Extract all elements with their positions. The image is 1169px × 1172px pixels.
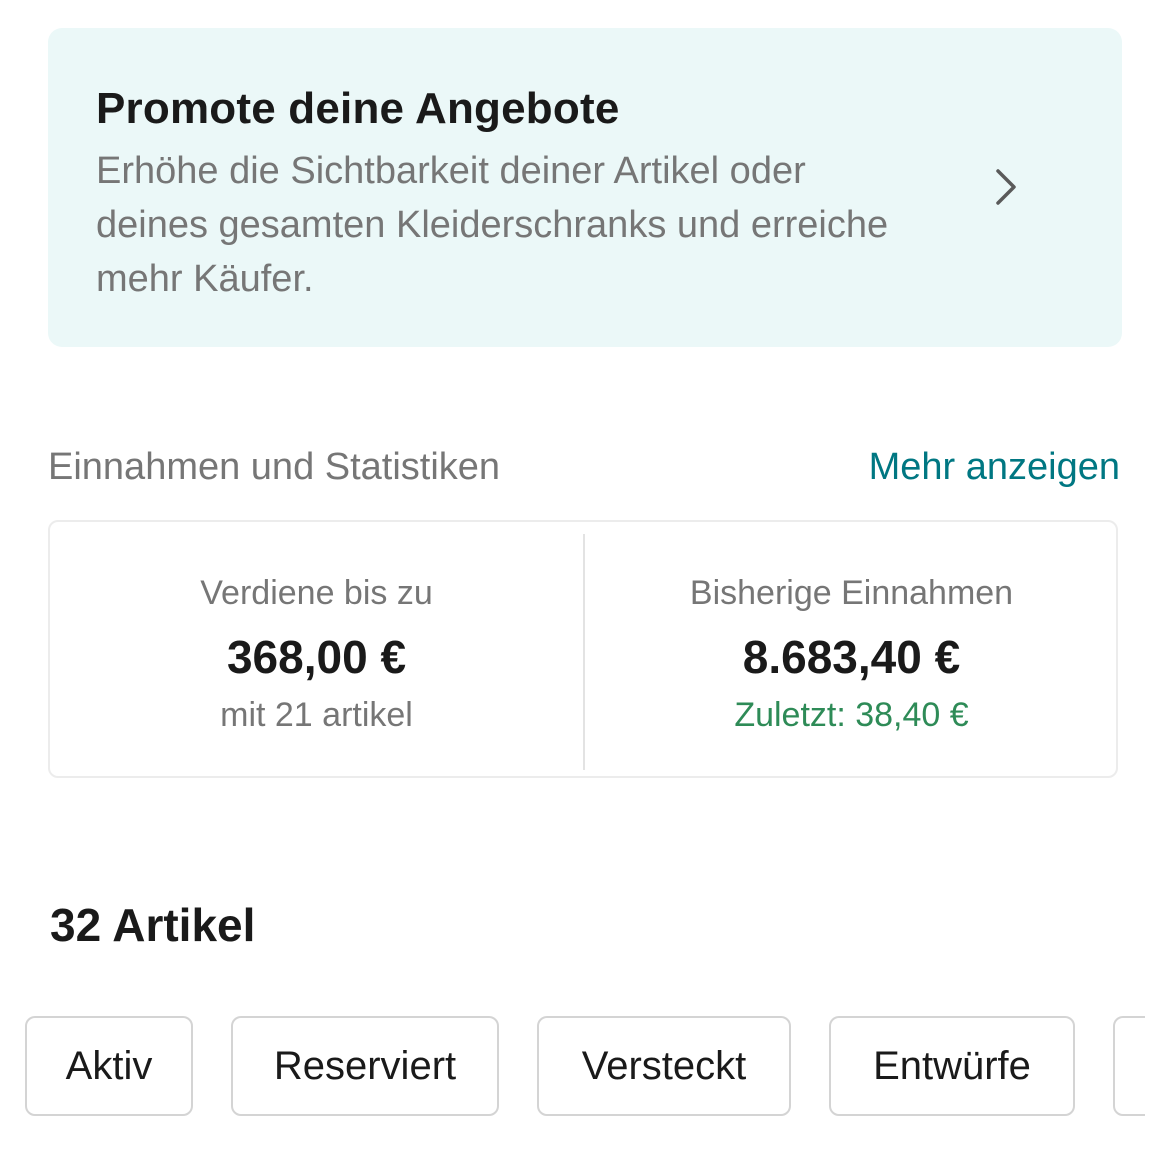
filter-chips: Aktiv Reserviert Versteckt Entwürfe [0, 1016, 1145, 1118]
earn-potential-label: Verdiene bis zu [200, 574, 433, 612]
promo-banner[interactable]: Promote deine Angebote Erhöhe die Sichtb… [48, 28, 1122, 347]
show-more-link[interactable]: Mehr anzeigen [869, 446, 1120, 489]
filter-chip-reserved[interactable]: Reserviert [231, 1016, 499, 1116]
chevron-right-icon[interactable] [988, 167, 1024, 207]
stats-card: Verdiene bis zu 368,00 € mit 21 artikel … [48, 520, 1118, 778]
stats-section-title: Einnahmen und Statistiken [48, 446, 501, 488]
earnings-stat: Bisherige Einnahmen 8.683,40 € Zuletzt: … [585, 522, 1118, 776]
earn-potential-value: 368,00 € [226, 631, 407, 683]
filter-chip-active[interactable]: Aktiv [25, 1016, 193, 1116]
earn-potential-sub: mit 21 artikel [220, 696, 413, 734]
filter-chip-more[interactable] [1113, 1016, 1145, 1116]
earnings-label: Bisherige Einnahmen [689, 574, 1014, 612]
filter-chip-hidden[interactable]: Versteckt [537, 1016, 791, 1116]
earnings-value: 8.683,40 € [742, 631, 961, 683]
earn-potential-stat: Verdiene bis zu 368,00 € mit 21 artikel [50, 522, 583, 776]
earnings-last-sale: Zuletzt: 38,40 € [734, 696, 969, 734]
filter-chip-drafts[interactable]: Entwürfe [829, 1016, 1075, 1116]
items-count-title: 32 Artikel [50, 899, 256, 951]
promo-description: Erhöhe die Sichtbarkeit deiner Artikel o… [96, 150, 889, 300]
promo-title: Promote deine Angebote [96, 84, 620, 133]
